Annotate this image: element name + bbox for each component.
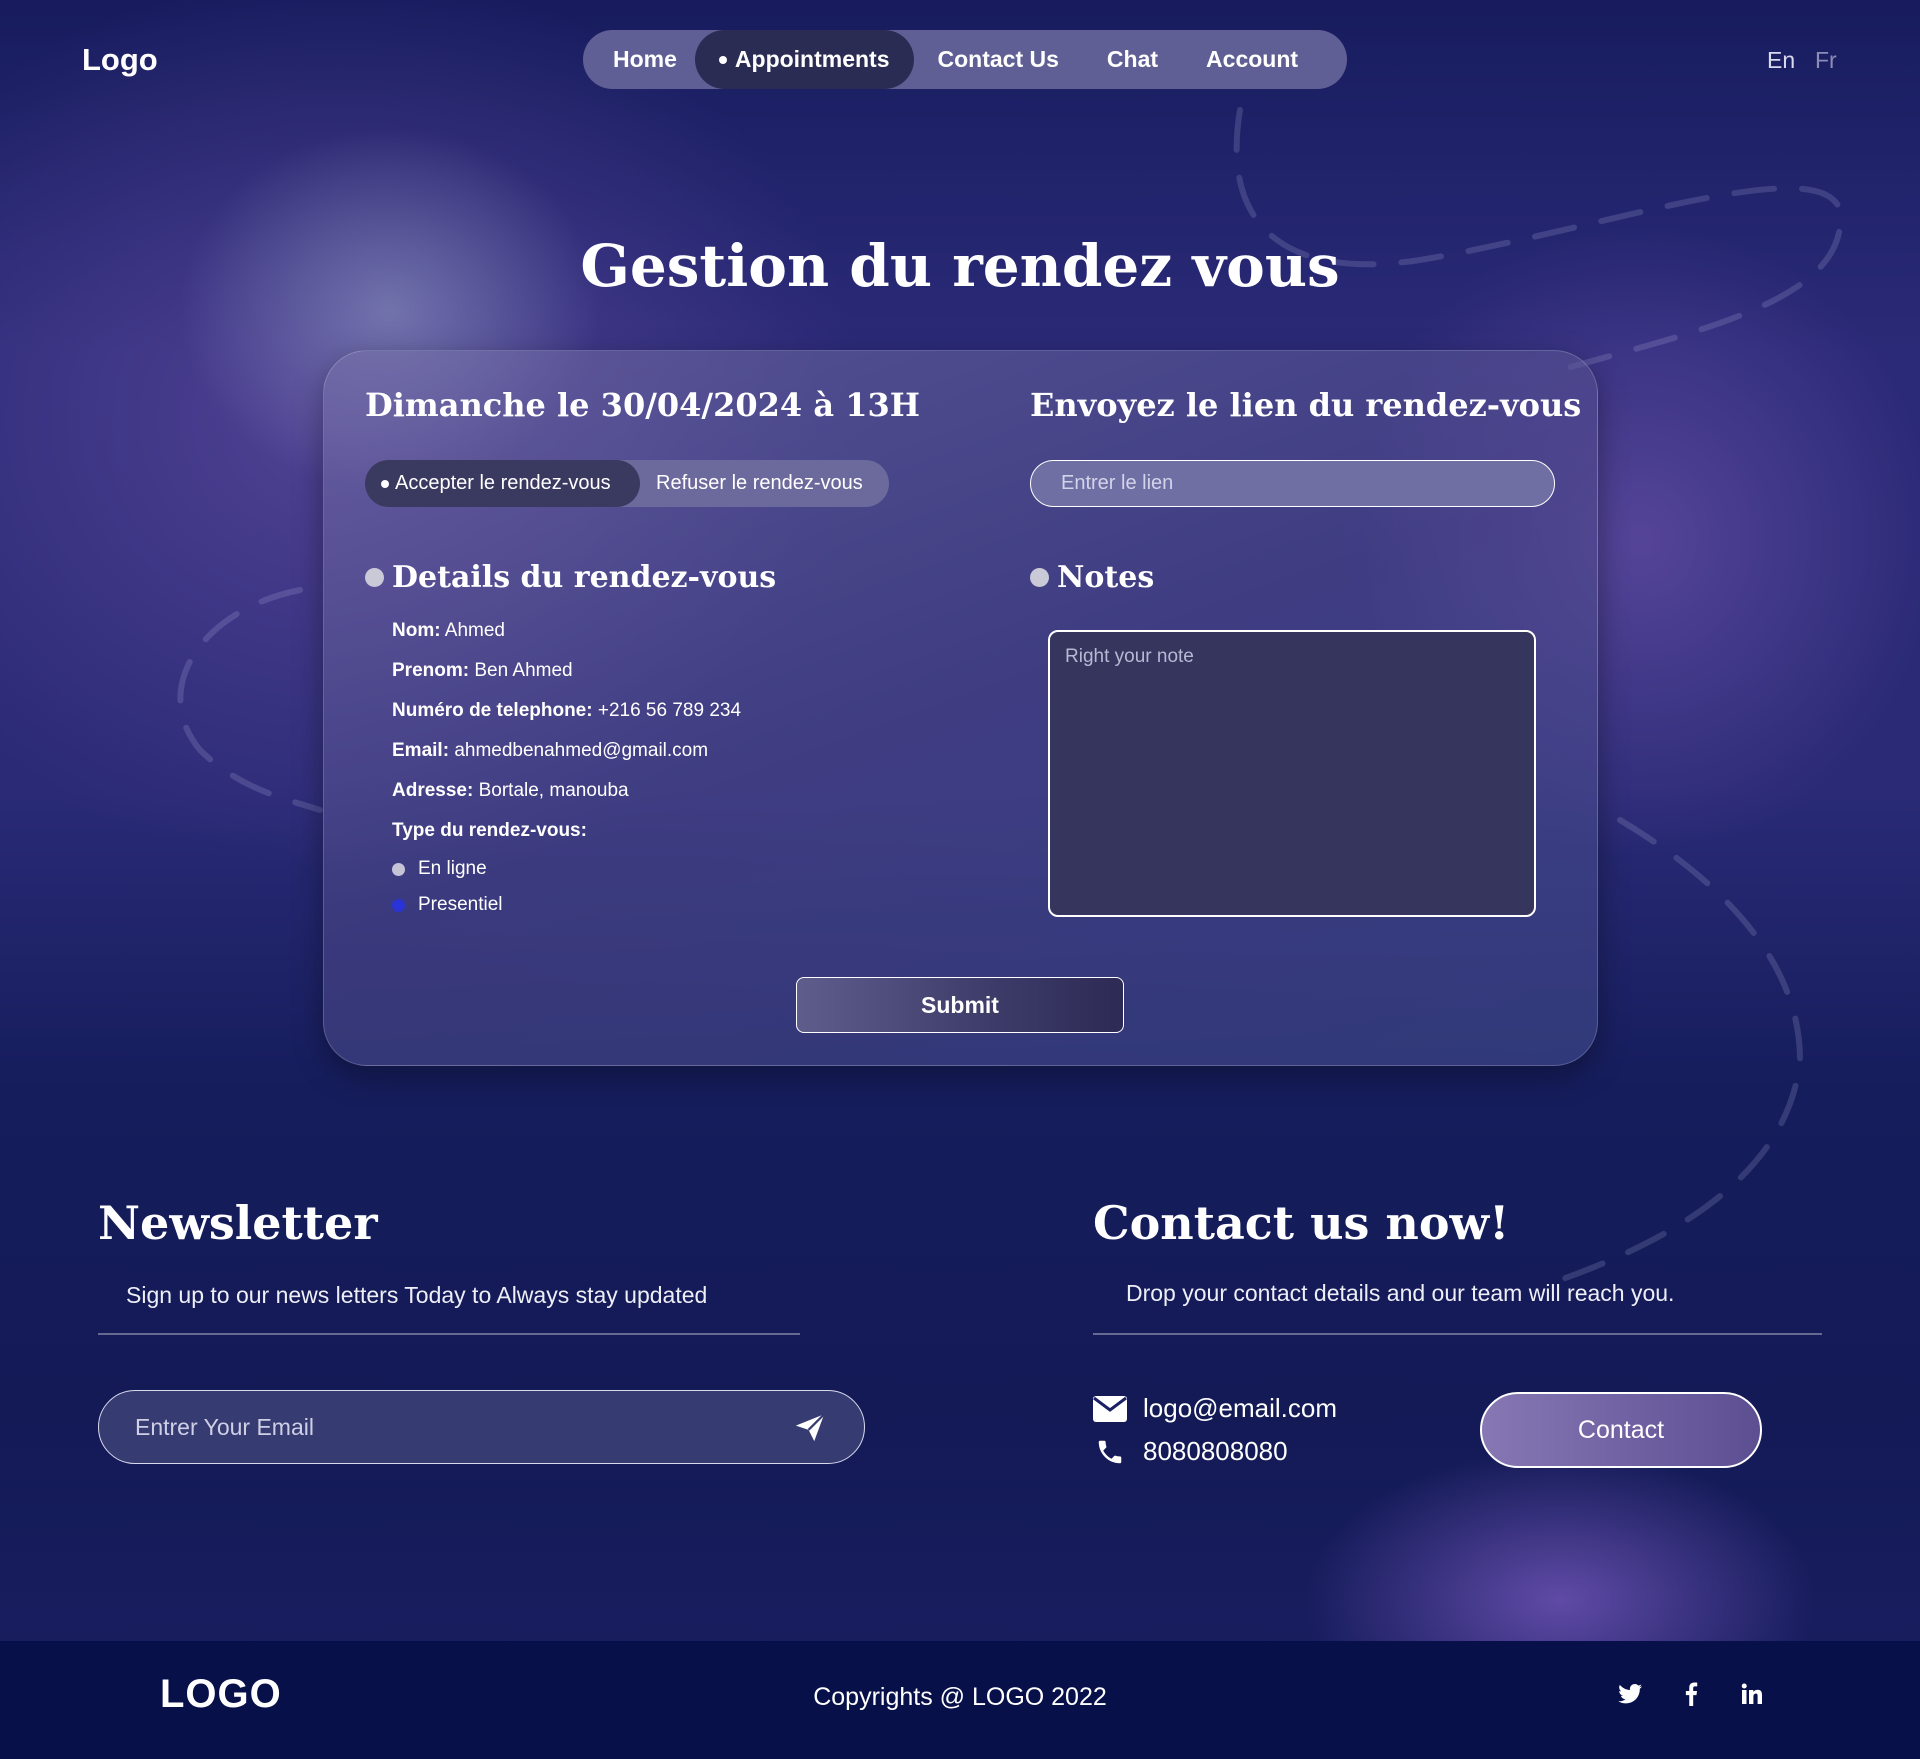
header-logo[interactable]: Logo bbox=[82, 42, 158, 78]
accept-button[interactable]: Accepter le rendez-vous bbox=[365, 460, 640, 507]
newsletter-divider bbox=[98, 1333, 800, 1335]
lang-fr[interactable]: Fr bbox=[1815, 47, 1837, 74]
details-heading-label: Details du rendez-vous bbox=[392, 560, 777, 595]
newsletter-subtitle: Sign up to our news letters Today to Alw… bbox=[126, 1282, 708, 1308]
newsletter-email-input[interactable] bbox=[98, 1390, 865, 1464]
nav-chat[interactable]: Chat bbox=[1083, 30, 1182, 89]
contact-heading: Contact us now! bbox=[1093, 1196, 1510, 1250]
notes-heading-label: Notes bbox=[1057, 560, 1155, 595]
link-input[interactable] bbox=[1030, 460, 1555, 507]
facebook-icon[interactable] bbox=[1675, 1678, 1707, 1710]
detail-label: Numéro de telephone: bbox=[392, 700, 593, 721]
contact-phone[interactable]: 8080808080 bbox=[1143, 1436, 1288, 1467]
radio-icon[interactable] bbox=[392, 862, 405, 876]
contact-email-row: logo@email.com bbox=[1093, 1393, 1337, 1424]
main-nav: Home Appointments Contact Us Chat Accoun… bbox=[583, 30, 1347, 89]
paper-plane-icon[interactable] bbox=[792, 1410, 828, 1444]
contact-button[interactable]: Contact bbox=[1480, 1392, 1762, 1468]
lang-en[interactable]: En bbox=[1767, 47, 1795, 74]
type-label-text: Type du rendez-vous: bbox=[392, 820, 587, 841]
submit-button[interactable]: Submit bbox=[796, 977, 1124, 1033]
detail-value: Ben Ahmed bbox=[474, 660, 573, 681]
detail-value: Ahmed bbox=[444, 620, 505, 641]
type-label: Type du rendez-vous: bbox=[392, 820, 587, 842]
type-option-label: En ligne bbox=[418, 858, 487, 879]
appointment-date-heading: Dimanche le 30/04/2024 à 13H bbox=[365, 386, 920, 424]
linkedin-icon[interactable] bbox=[1736, 1678, 1768, 1710]
detail-value: Bortale, manouba bbox=[478, 780, 629, 801]
twitter-icon[interactable] bbox=[1614, 1678, 1646, 1710]
radio-icon[interactable] bbox=[392, 898, 405, 912]
detail-value: +216 56 789 234 bbox=[597, 700, 742, 721]
detail-label: Adresse: bbox=[392, 780, 474, 801]
contact-email[interactable]: logo@email.com bbox=[1143, 1393, 1337, 1424]
detail-label: Prenom: bbox=[392, 660, 470, 681]
nav-home[interactable]: Home bbox=[589, 30, 701, 89]
type-option-label: Presentiel bbox=[418, 894, 503, 915]
envelope-icon bbox=[1093, 1395, 1127, 1422]
type-option-en-ligne[interactable]: En ligne bbox=[392, 858, 487, 880]
notes-section-heading: Notes bbox=[1030, 560, 1154, 595]
detail-label: Nom: bbox=[392, 620, 441, 641]
refuse-button[interactable]: Refuser le rendez-vous bbox=[640, 460, 879, 507]
nav-appointments[interactable]: Appointments bbox=[694, 30, 914, 89]
detail-nom: Nom: Ahmed bbox=[392, 620, 505, 642]
accept-refuse-toggle: Accepter le rendez-vous Refuser le rende… bbox=[365, 460, 889, 507]
detail-email: Email: ahmedbenahmed@gmail.com bbox=[392, 740, 708, 762]
detail-label: Email: bbox=[392, 740, 450, 761]
contact-phone-row: 8080808080 bbox=[1093, 1436, 1288, 1467]
phone-icon bbox=[1098, 1440, 1122, 1463]
bullet-icon bbox=[365, 568, 384, 587]
type-option-presentiel[interactable]: Presentiel bbox=[392, 894, 503, 916]
nav-contact-us[interactable]: Contact Us bbox=[914, 30, 1083, 89]
bullet-icon bbox=[1030, 568, 1049, 587]
detail-telephone: Numéro de telephone: +216 56 789 234 bbox=[392, 700, 741, 722]
contact-divider bbox=[1093, 1333, 1822, 1335]
detail-adresse: Adresse: Bortale, manouba bbox=[392, 780, 629, 802]
contact-subtitle: Drop your contact details and our team w… bbox=[1126, 1280, 1675, 1306]
newsletter-heading: Newsletter bbox=[98, 1196, 378, 1250]
detail-value: ahmedbenahmed@gmail.com bbox=[454, 740, 709, 761]
detail-prenom: Prenom: Ben Ahmed bbox=[392, 660, 573, 682]
send-link-heading: Envoyez le lien du rendez-vous bbox=[1030, 386, 1582, 424]
notes-textarea[interactable] bbox=[1048, 630, 1536, 917]
page-title: Gestion du rendez vous bbox=[580, 232, 1340, 300]
nav-account[interactable]: Account bbox=[1182, 30, 1322, 89]
details-section-heading: Details du rendez-vous bbox=[365, 560, 776, 595]
